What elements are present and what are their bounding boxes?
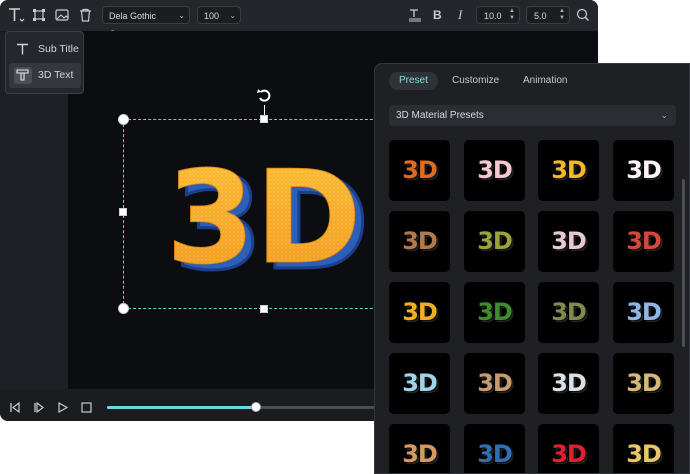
resize-handle-top[interactable] — [260, 115, 268, 123]
panel-scrollbar[interactable] — [682, 179, 685, 347]
text-type-menu: Sub Title 3D Text — [5, 31, 84, 94]
preset-tile-label: 3D — [626, 156, 662, 184]
preset-tile-label: 3D — [402, 369, 438, 397]
preset-tile-label: 3D — [402, 156, 438, 184]
preset-tile[interactable]: 3D — [613, 424, 674, 473]
tab-customize[interactable]: Customize — [442, 72, 509, 90]
preset-tile[interactable]: 3D — [538, 211, 599, 272]
timeline-track[interactable] — [107, 406, 377, 409]
preset-tile[interactable]: 3D — [538, 353, 599, 414]
preset-tile-label: 3D — [626, 298, 662, 326]
3d-text-texture: 3D — [166, 150, 361, 280]
tab-preset[interactable]: Preset — [389, 72, 438, 90]
panel-tabs: Preset Customize Animation — [375, 64, 689, 98]
preset-tile-label: 3D — [626, 369, 662, 397]
preset-tile-label: 3D — [551, 156, 587, 184]
menu-item-label: Sub Title — [38, 43, 79, 55]
preset-tile[interactable]: 3D — [538, 424, 599, 473]
preset-category-value: 3D Material Presets — [396, 110, 484, 121]
preset-tile-label: 3D — [477, 369, 513, 397]
preset-tile[interactable]: 3D — [389, 140, 450, 201]
tab-animation[interactable]: Animation — [513, 72, 577, 90]
preset-tile-label: 3D — [477, 440, 513, 468]
play-icon[interactable] — [58, 400, 69, 418]
preset-tile[interactable]: 3D — [613, 211, 674, 272]
italic-icon[interactable]: I — [458, 7, 462, 23]
resize-handle-left[interactable] — [119, 208, 127, 216]
stepper-icon[interactable]: ▲ ▼ — [559, 8, 565, 22]
font-size-value: 100 — [204, 11, 220, 21]
preset-tile[interactable]: 3D — [464, 140, 525, 201]
preset-tile[interactable]: 3D — [464, 282, 525, 343]
text-align-icon[interactable] — [408, 8, 422, 22]
preset-tile[interactable]: 3D — [538, 282, 599, 343]
preset-tile[interactable]: 3D — [613, 282, 674, 343]
resize-handle-top-left[interactable] — [118, 114, 129, 125]
resize-handle-bottom[interactable] — [260, 305, 268, 313]
preset-tile[interactable]: 3D — [464, 211, 525, 272]
preset-tile-label: 3D — [626, 227, 662, 255]
preset-tile[interactable]: 3D — [389, 211, 450, 272]
image-icon[interactable] — [55, 8, 69, 22]
3d-text-icon — [14, 67, 32, 84]
line-spacing-value: 10.0 — [484, 11, 502, 21]
delete-icon[interactable] — [79, 8, 92, 22]
stepper-icon[interactable]: ▲ ▼ — [509, 8, 515, 22]
timeline-progress — [107, 406, 256, 409]
preset-tile[interactable]: 3D — [538, 140, 599, 201]
preset-tile[interactable]: 3D — [613, 353, 674, 414]
preset-tile[interactable]: 3D — [464, 353, 525, 414]
previous-frame-icon[interactable] — [9, 400, 21, 418]
preset-tile-label: 3D — [551, 227, 587, 255]
text-icon — [14, 41, 32, 58]
stop-icon[interactable] — [81, 400, 92, 418]
preset-tile-label: 3D — [551, 298, 587, 326]
line-spacing-input[interactable]: 10.0 ▲ ▼ — [476, 6, 520, 24]
bold-icon[interactable]: B — [433, 8, 442, 22]
letter-spacing-value: 5.0 — [534, 11, 547, 21]
font-family-select[interactable]: Dela Gothic One... ⌄ — [102, 6, 190, 39]
preset-category-select[interactable]: 3D Material Presets ⌄ — [389, 105, 676, 126]
chevron-down-icon: ⌄ — [660, 110, 668, 120]
resize-handle-bottom-left[interactable] — [118, 303, 129, 314]
preset-tile-label: 3D — [402, 440, 438, 468]
menu-item-3d-text[interactable]: 3D Text — [9, 63, 81, 88]
next-frame-icon[interactable] — [33, 400, 45, 418]
font-size-select[interactable]: 100 ⌄ — [197, 6, 241, 24]
preset-tile-label: 3D — [477, 298, 513, 326]
preset-tile-label: 3D — [477, 227, 513, 255]
text-effects-icon[interactable] — [576, 8, 590, 22]
preset-tile-label: 3D — [551, 369, 587, 397]
letter-spacing-input[interactable]: 5.0 ▲ ▼ — [526, 6, 570, 24]
preset-tile-label: 3D — [402, 227, 438, 255]
3d-text-object: 3D 3D 3D — [160, 144, 371, 301]
preset-tile[interactable]: 3D — [389, 353, 450, 414]
top-toolbar: Dela Gothic One... ⌄ 100 ⌄ B I 10.0 ▲▼ 5… — [0, 0, 598, 39]
preset-tile-label: 3D — [551, 440, 587, 468]
preset-tile[interactable]: 3D — [389, 282, 450, 343]
chevron-down-icon: ⌄ — [178, 11, 185, 20]
transform-icon[interactable] — [32, 8, 46, 22]
preset-tile-label: 3D — [402, 298, 438, 326]
timeline-scrubber[interactable] — [250, 402, 261, 412]
preset-tile[interactable]: 3D — [389, 424, 450, 473]
chevron-down-icon: ⌄ — [229, 11, 236, 20]
preset-tile[interactable]: 3D — [613, 140, 674, 201]
rotate-icon[interactable] — [257, 88, 272, 109]
preset-tile[interactable]: 3D — [464, 424, 525, 473]
preset-tile-label: 3D — [626, 440, 662, 468]
text-tool-icon[interactable] — [7, 7, 25, 23]
text-style-panel: Preset Customize Animation 3D Material P… — [374, 63, 690, 474]
menu-item-label: 3D Text — [38, 69, 74, 81]
menu-item-sub-title[interactable]: Sub Title — [9, 37, 81, 62]
preset-tile-label: 3D — [477, 156, 513, 184]
